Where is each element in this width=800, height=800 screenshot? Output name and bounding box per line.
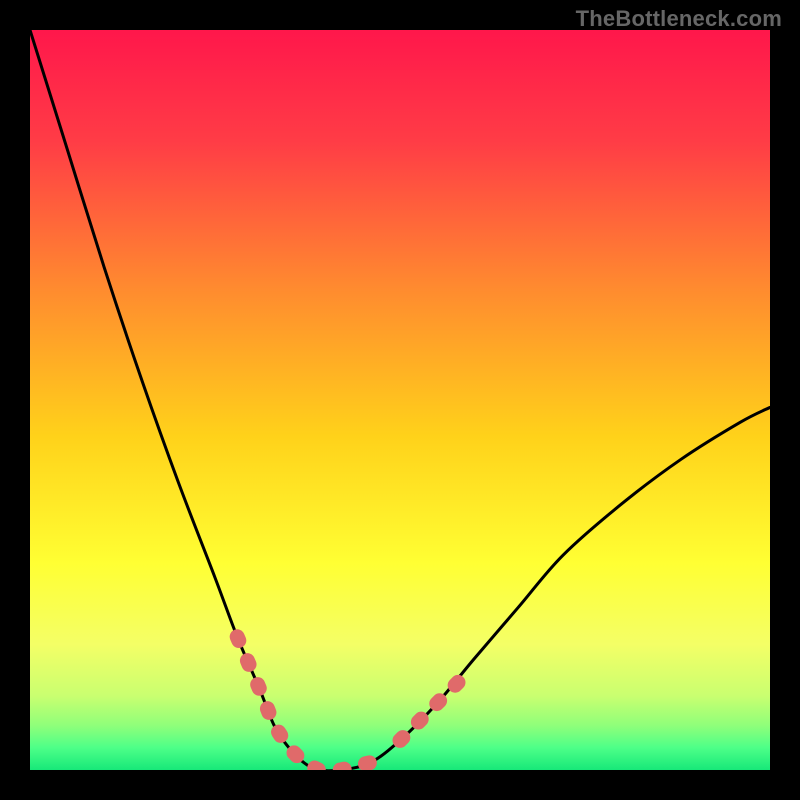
chart-svg (30, 30, 770, 770)
gradient-background (30, 30, 770, 770)
watermark-text: TheBottleneck.com (576, 6, 782, 32)
chart-frame: TheBottleneck.com (0, 0, 800, 800)
plot-area (30, 30, 770, 770)
